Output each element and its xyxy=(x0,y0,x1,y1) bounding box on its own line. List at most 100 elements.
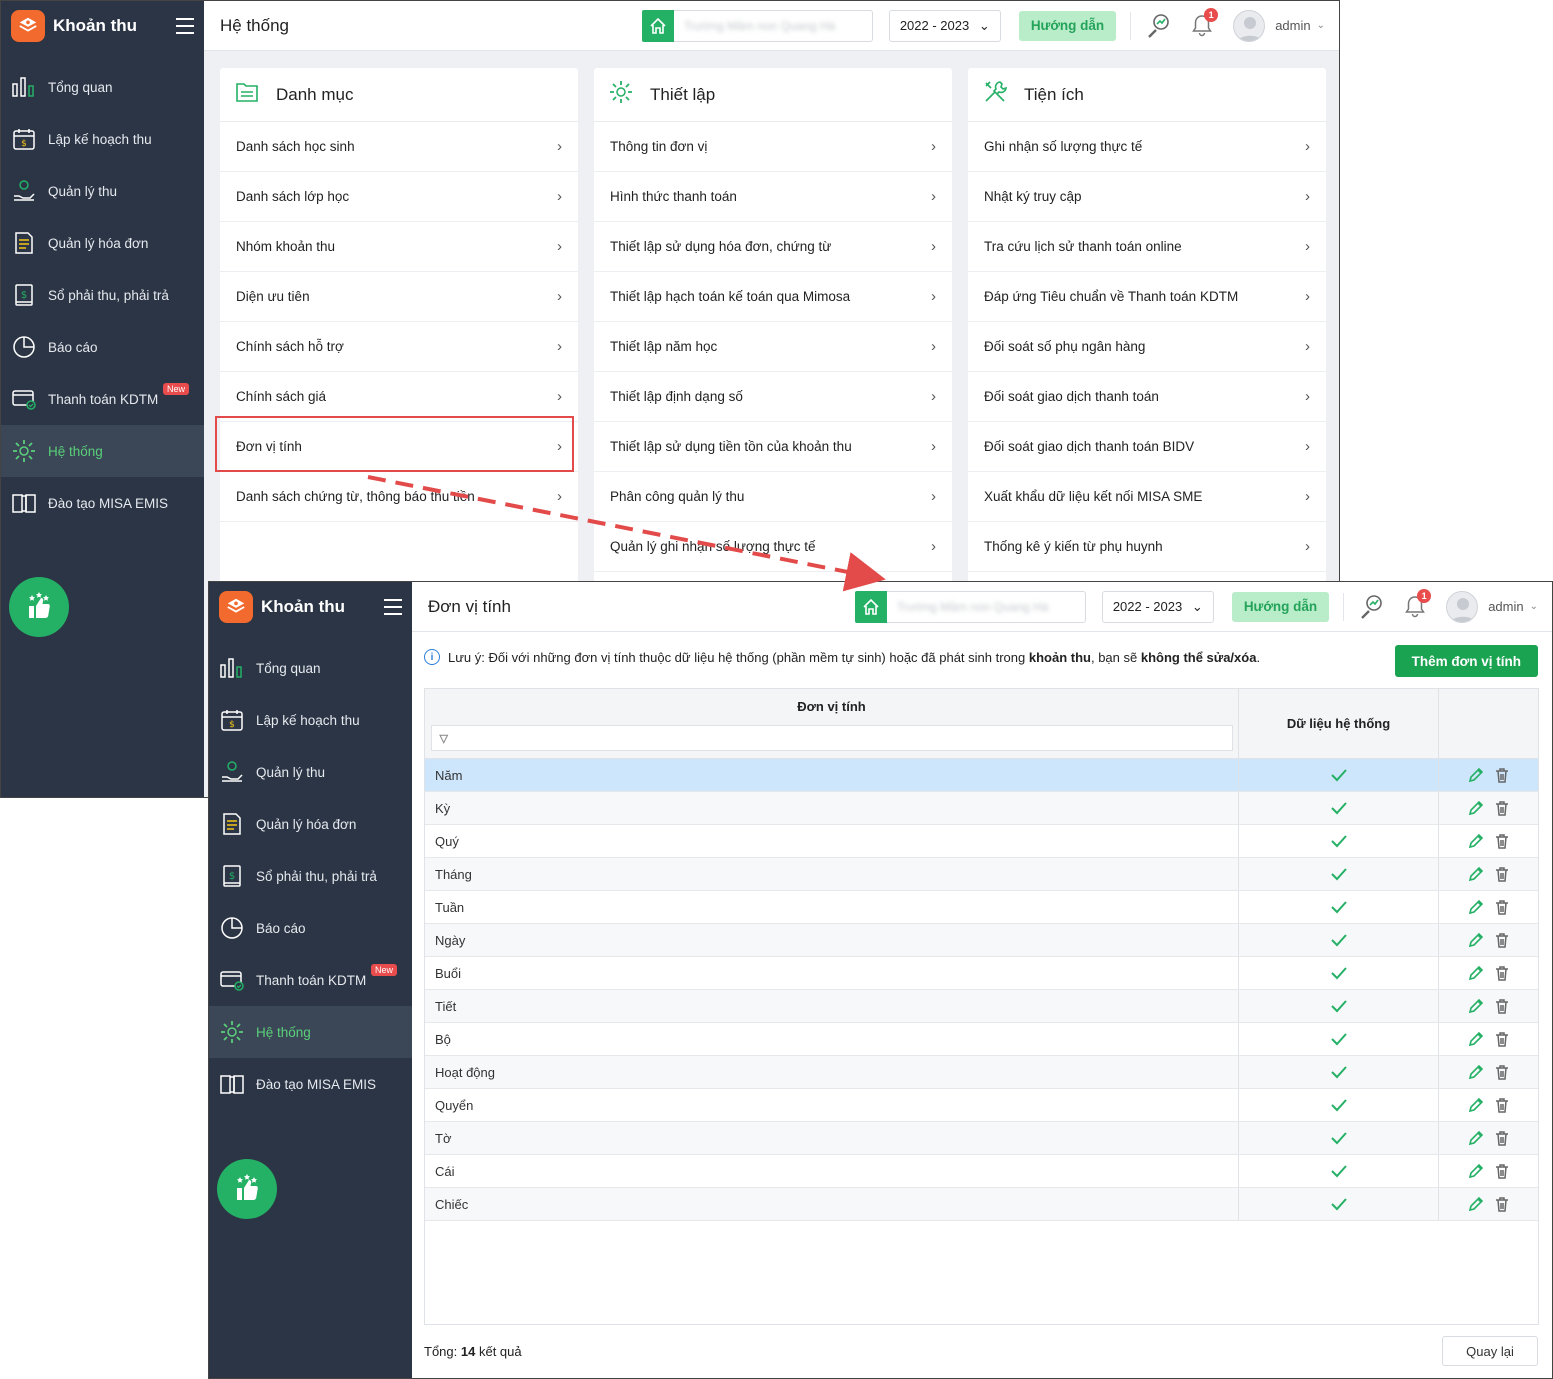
menu-link[interactable]: Danh sách học sinh › xyxy=(220,122,578,172)
bell-icon[interactable]: 1 xyxy=(1402,588,1432,621)
delete-icon[interactable] xyxy=(1493,865,1511,883)
search-chart-icon[interactable] xyxy=(1145,12,1173,40)
delete-icon[interactable] xyxy=(1493,997,1511,1015)
table-row[interactable]: Chiếc xyxy=(425,1188,1538,1221)
delete-icon[interactable] xyxy=(1493,1129,1511,1147)
delete-icon[interactable] xyxy=(1493,898,1511,916)
sidebar-item-6[interactable]: Thanh toán KDTM New xyxy=(1,373,204,425)
menu-link[interactable]: Thiết lập hạch toán kế toán qua Mimosa › xyxy=(594,272,952,322)
avatar[interactable] xyxy=(1233,9,1266,42)
sidebar-item-3[interactable]: Quản lý hóa đơn xyxy=(209,798,412,850)
table-row[interactable]: Quý xyxy=(425,825,1538,858)
menu-link[interactable]: Ghi nhận số lượng thực tế › xyxy=(968,122,1326,172)
guide-button[interactable]: Hướng dẫn xyxy=(1018,10,1117,41)
sidebar-item-4[interactable]: $ Sổ phải thu, phải trả xyxy=(1,269,204,321)
sidebar-item-0[interactable]: Tổng quan xyxy=(209,642,412,694)
menu-link[interactable]: Đối soát giao dịch thanh toán BIDV › xyxy=(968,422,1326,472)
year-select[interactable]: 2022 - 2023 ⌄ xyxy=(1101,590,1214,623)
menu-link[interactable]: Tra cứu lịch sử thanh toán online › xyxy=(968,222,1326,272)
delete-icon[interactable] xyxy=(1493,1162,1511,1180)
add-unit-button[interactable]: Thêm đơn vị tính xyxy=(1394,645,1538,677)
menu-link[interactable]: Diện ưu tiên › xyxy=(220,272,578,322)
sidebar-item-5[interactable]: Báo cáo xyxy=(209,902,412,954)
avatar[interactable] xyxy=(1446,590,1479,623)
table-row[interactable]: Tuần xyxy=(425,891,1538,924)
school-selector[interactable]: Trường Mầm non Quang Hà xyxy=(854,590,1086,623)
menu-link[interactable]: Xuất khẩu dữ liệu kết nối MISA SME › xyxy=(968,472,1326,522)
user-name[interactable]: admin xyxy=(1275,18,1310,33)
delete-icon[interactable] xyxy=(1493,1030,1511,1048)
year-select[interactable]: 2022 - 2023 ⌄ xyxy=(888,9,1001,42)
feedback-like-icon[interactable] xyxy=(217,1159,277,1219)
delete-icon[interactable] xyxy=(1493,964,1511,982)
table-row[interactable]: Cái xyxy=(425,1155,1538,1188)
edit-icon[interactable] xyxy=(1467,898,1485,916)
edit-icon[interactable] xyxy=(1467,964,1485,982)
menu-link[interactable]: Đáp ứng Tiêu chuẩn về Thanh toán KDTM › xyxy=(968,272,1326,322)
edit-icon[interactable] xyxy=(1467,1063,1485,1081)
menu-link[interactable]: Thiết lập định dạng số › xyxy=(594,372,952,422)
hamburger-menu-icon[interactable] xyxy=(176,18,194,34)
menu-link[interactable]: Phân công quản lý thu › xyxy=(594,472,952,522)
edit-icon[interactable] xyxy=(1467,1096,1485,1114)
edit-icon[interactable] xyxy=(1467,865,1485,883)
user-name[interactable]: admin xyxy=(1488,599,1523,614)
table-row[interactable]: Tiết xyxy=(425,990,1538,1023)
back-button[interactable]: Quay lại xyxy=(1442,1336,1538,1366)
edit-icon[interactable] xyxy=(1467,931,1485,949)
edit-icon[interactable] xyxy=(1467,799,1485,817)
edit-icon[interactable] xyxy=(1467,1030,1485,1048)
guide-button[interactable]: Hướng dẫn xyxy=(1231,591,1330,622)
menu-link[interactable]: Nhật ký truy cập › xyxy=(968,172,1326,222)
table-row[interactable]: Năm xyxy=(425,759,1538,792)
hamburger-menu-icon[interactable] xyxy=(384,599,402,615)
delete-icon[interactable] xyxy=(1493,799,1511,817)
table-row[interactable]: Bộ xyxy=(425,1023,1538,1056)
sidebar-item-6[interactable]: Thanh toán KDTM New xyxy=(209,954,412,1006)
table-row[interactable]: Tờ xyxy=(425,1122,1538,1155)
table-row[interactable]: Tháng xyxy=(425,858,1538,891)
menu-link[interactable]: Đối soát giao dịch thanh toán › xyxy=(968,372,1326,422)
table-row[interactable]: Ngày xyxy=(425,924,1538,957)
menu-link[interactable]: Đối soát số phụ ngân hàng › xyxy=(968,322,1326,372)
delete-icon[interactable] xyxy=(1493,1195,1511,1213)
edit-icon[interactable] xyxy=(1467,1195,1485,1213)
school-selector[interactable]: Trường Mầm non Quang Hà xyxy=(641,9,873,42)
sidebar-item-2[interactable]: Quản lý thu xyxy=(209,746,412,798)
sidebar-item-0[interactable]: Tổng quan xyxy=(1,61,204,113)
edit-icon[interactable] xyxy=(1467,1162,1485,1180)
unit-filter-input[interactable]: ▽ xyxy=(430,725,1233,751)
sidebar-item-7[interactable]: Hệ thống xyxy=(1,425,204,477)
bell-icon[interactable]: 1 xyxy=(1189,7,1219,40)
table-row[interactable]: Kỳ xyxy=(425,792,1538,825)
menu-link[interactable]: Nhóm khoản thu › xyxy=(220,222,578,272)
menu-link[interactable]: Thống kê ý kiến từ phụ huynh › xyxy=(968,522,1326,572)
sidebar-item-8[interactable]: Đào tạo MISA EMIS xyxy=(209,1058,412,1110)
sidebar-item-2[interactable]: Quản lý thu xyxy=(1,165,204,217)
edit-icon[interactable] xyxy=(1467,832,1485,850)
menu-link[interactable]: Danh sách chứng từ, thông báo thu tiền › xyxy=(220,472,578,522)
delete-icon[interactable] xyxy=(1493,931,1511,949)
menu-link[interactable]: Thiết lập sử dụng tiền tồn của khoản thu… xyxy=(594,422,952,472)
menu-link[interactable]: Thiết lập năm học › xyxy=(594,322,952,372)
delete-icon[interactable] xyxy=(1493,766,1511,784)
chevron-down-icon[interactable]: ⌄ xyxy=(1317,20,1325,31)
menu-link[interactable]: Quản lý ghi nhận số lượng thực tế › xyxy=(594,522,952,572)
delete-icon[interactable] xyxy=(1493,832,1511,850)
delete-icon[interactable] xyxy=(1493,1096,1511,1114)
sidebar-item-4[interactable]: $ Sổ phải thu, phải trả xyxy=(209,850,412,902)
sidebar-item-5[interactable]: Báo cáo xyxy=(1,321,204,373)
menu-link[interactable]: Chính sách giá › xyxy=(220,372,578,422)
menu-link[interactable]: Danh sách lớp học › xyxy=(220,172,578,222)
edit-icon[interactable] xyxy=(1467,766,1485,784)
search-chart-icon[interactable] xyxy=(1358,593,1386,621)
table-row[interactable]: Quyển xyxy=(425,1089,1538,1122)
menu-link[interactable]: Chính sách hỗ trợ › xyxy=(220,322,578,372)
sidebar-item-3[interactable]: Quản lý hóa đơn xyxy=(1,217,204,269)
table-row[interactable]: Buổi xyxy=(425,957,1538,990)
menu-link[interactable]: Hình thức thanh toán › xyxy=(594,172,952,222)
sidebar-item-1[interactable]: $ Lập kế hoạch thu xyxy=(209,694,412,746)
edit-icon[interactable] xyxy=(1467,997,1485,1015)
sidebar-item-8[interactable]: Đào tạo MISA EMIS xyxy=(1,477,204,529)
edit-icon[interactable] xyxy=(1467,1129,1485,1147)
